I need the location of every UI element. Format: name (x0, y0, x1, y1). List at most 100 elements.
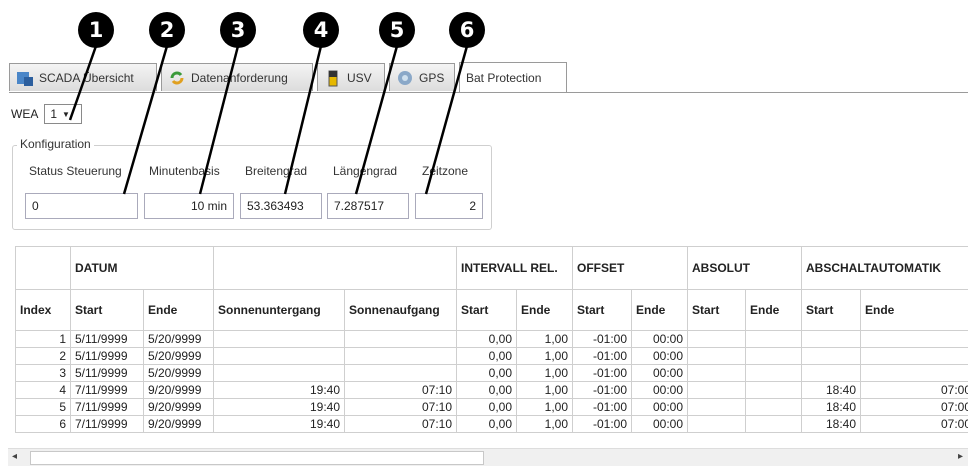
table-cell[interactable]: -01:00 (573, 382, 632, 399)
table-cell[interactable] (746, 416, 802, 433)
table-cell[interactable]: -01:00 (573, 365, 632, 382)
table-cell[interactable]: 07:00 (861, 382, 968, 399)
table-cell[interactable]: 1,00 (517, 382, 573, 399)
table-row[interactable]: 57/11/99999/20/999919:4007:100,001,00-01… (16, 399, 968, 416)
column-header[interactable]: Ende (746, 290, 802, 331)
table-cell[interactable]: 1,00 (517, 365, 573, 382)
table-cell[interactable]: 9/20/9999 (144, 382, 214, 399)
column-header[interactable]: Start (71, 290, 144, 331)
table-cell[interactable]: 19:40 (214, 382, 345, 399)
table-cell[interactable] (214, 331, 345, 348)
table-row[interactable]: 47/11/99999/20/999919:4007:100,001,00-01… (16, 382, 968, 399)
column-header-index[interactable]: Index (16, 290, 71, 331)
table-cell[interactable]: 07:10 (345, 399, 457, 416)
table-cell[interactable]: 07:00 (861, 416, 968, 433)
table-cell[interactable]: -01:00 (573, 331, 632, 348)
table-cell[interactable] (746, 382, 802, 399)
table-cell[interactable]: 5/11/9999 (71, 331, 144, 348)
tab-usv[interactable]: USV (317, 63, 385, 91)
table-cell[interactable] (345, 331, 457, 348)
table-cell[interactable] (802, 348, 861, 365)
table-cell[interactable]: 07:10 (345, 416, 457, 433)
table-cell[interactable] (861, 331, 968, 348)
column-header[interactable]: Ende (517, 290, 573, 331)
table-cell[interactable]: 00:00 (632, 365, 688, 382)
table-cell[interactable]: 9/20/9999 (144, 399, 214, 416)
column-header[interactable]: Ende (632, 290, 688, 331)
horizontal-scrollbar[interactable]: ◂ ▸ (8, 448, 968, 466)
table-cell[interactable]: 6 (16, 416, 71, 433)
scroll-left-icon[interactable]: ◂ (12, 451, 17, 462)
table-row[interactable]: 67/11/99999/20/999919:4007:100,001,00-01… (16, 416, 968, 433)
table-cell[interactable] (214, 348, 345, 365)
table-row[interactable]: 15/11/99995/20/9999 0,001,00-01:0000:00 (16, 331, 968, 348)
column-header[interactable]: Start (802, 290, 861, 331)
table-cell[interactable] (802, 365, 861, 382)
table-cell[interactable]: 0,00 (457, 399, 517, 416)
column-header[interactable]: Start (688, 290, 746, 331)
table-cell[interactable]: 0,00 (457, 382, 517, 399)
table-cell[interactable] (746, 365, 802, 382)
table-cell[interactable]: 4 (16, 382, 71, 399)
table-cell[interactable]: 9/20/9999 (144, 416, 214, 433)
table-cell[interactable]: 1,00 (517, 331, 573, 348)
table-cell[interactable] (688, 399, 746, 416)
table-cell[interactable] (746, 348, 802, 365)
table-cell[interactable]: 00:00 (632, 399, 688, 416)
table-cell[interactable] (688, 365, 746, 382)
table-cell[interactable]: 1,00 (517, 416, 573, 433)
table-cell[interactable]: 0,00 (457, 331, 517, 348)
minutenbasis-field[interactable]: 10 min (144, 193, 234, 219)
table-cell[interactable]: -01:00 (573, 416, 632, 433)
scroll-right-icon[interactable]: ▸ (958, 451, 963, 462)
table-cell[interactable]: 5/20/9999 (144, 365, 214, 382)
table-cell[interactable]: 0,00 (457, 348, 517, 365)
table-cell[interactable] (214, 365, 345, 382)
breitengrad-field[interactable]: 53.363493 (240, 193, 322, 219)
table-cell[interactable]: 7/11/9999 (71, 399, 144, 416)
table-row[interactable]: 35/11/99995/20/99990,001,00-01:0000:00 (16, 365, 968, 382)
table-cell[interactable]: 07:00 (861, 399, 968, 416)
table-cell[interactable]: 19:40 (214, 399, 345, 416)
table-row[interactable]: 25/11/99995/20/99990,001,00-01:0000:00 (16, 348, 968, 365)
table-cell[interactable]: 0,00 (457, 365, 517, 382)
table-cell[interactable]: 5 (16, 399, 71, 416)
table-cell[interactable]: 7/11/9999 (71, 382, 144, 399)
table-cell[interactable]: 5/11/9999 (71, 365, 144, 382)
table-cell[interactable]: 1,00 (517, 348, 573, 365)
table-cell[interactable] (746, 331, 802, 348)
table-cell[interactable]: 18:40 (802, 399, 861, 416)
column-header[interactable]: Ende (861, 290, 968, 331)
table-cell[interactable] (688, 416, 746, 433)
table-cell[interactable] (861, 348, 968, 365)
table-cell[interactable] (688, 348, 746, 365)
table-cell[interactable]: 00:00 (632, 331, 688, 348)
table-cell[interactable]: 5/20/9999 (144, 331, 214, 348)
tab-gps[interactable]: GPS (389, 63, 455, 91)
table-cell[interactable] (688, 331, 746, 348)
wea-dropdown[interactable]: 1 ▼ (44, 104, 82, 124)
tab-data-request[interactable]: Datenanforderung (161, 63, 313, 91)
table-cell[interactable]: -01:00 (573, 399, 632, 416)
column-header[interactable]: Sonnenaufgang (345, 290, 457, 331)
table-cell[interactable] (345, 348, 457, 365)
column-header[interactable]: Start (457, 290, 517, 331)
table-cell[interactable]: 7/11/9999 (71, 416, 144, 433)
table-cell[interactable]: 18:40 (802, 382, 861, 399)
zeitzone-field[interactable]: 2 (415, 193, 483, 219)
table-cell[interactable]: 0,00 (457, 416, 517, 433)
status-steuerung-field[interactable]: 0 (25, 193, 138, 219)
table-cell[interactable]: 00:00 (632, 348, 688, 365)
table-cell[interactable]: 00:00 (632, 416, 688, 433)
table-cell[interactable]: 1 (16, 331, 71, 348)
table-cell[interactable] (688, 382, 746, 399)
tab-bat-protection[interactable]: Bat Protection (459, 62, 567, 92)
table-cell[interactable] (861, 365, 968, 382)
column-header[interactable]: Start (573, 290, 632, 331)
table-cell[interactable]: 07:10 (345, 382, 457, 399)
column-header[interactable]: Sonnenuntergang (214, 290, 345, 331)
table-cell[interactable] (802, 331, 861, 348)
table-cell[interactable]: 5/11/9999 (71, 348, 144, 365)
table-cell[interactable]: 18:40 (802, 416, 861, 433)
table-cell[interactable]: 5/20/9999 (144, 348, 214, 365)
